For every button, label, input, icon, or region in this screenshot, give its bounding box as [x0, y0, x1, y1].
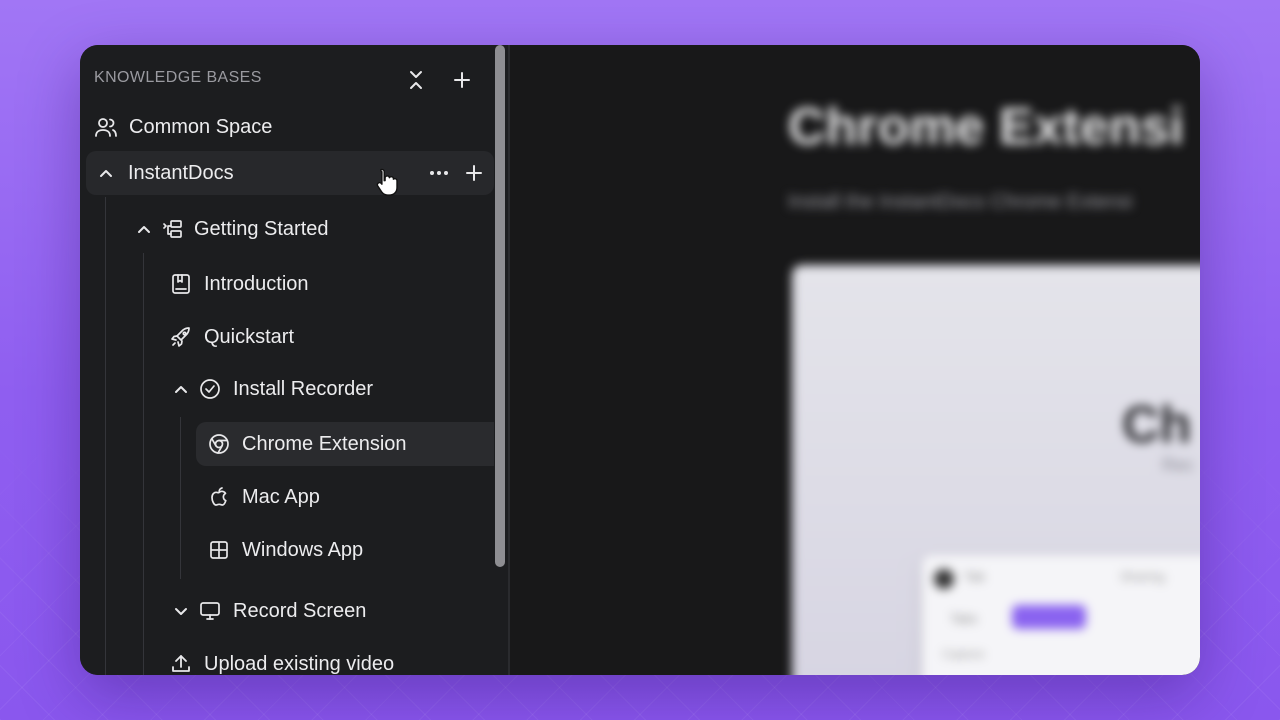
sidebar-item-windows-app[interactable]: Windows App: [208, 528, 488, 572]
add-page-button[interactable]: [460, 159, 488, 187]
tree-guide-line: [180, 417, 181, 579]
rocket-icon: [170, 326, 192, 348]
sidebar-item-mac-app[interactable]: Mac App: [208, 475, 488, 519]
sidebar-item-getting-started[interactable]: Getting Started: [130, 207, 490, 251]
sidebar-item-label: Windows App: [242, 538, 364, 561]
preview-card-text: Tab: [964, 569, 985, 584]
sidebar-scrollbar-thumb[interactable]: [495, 45, 505, 567]
app-window: KNOWLEDGE BASES Common Space InstantDocs…: [80, 45, 1200, 675]
avatar: [934, 569, 954, 589]
screenshot-preview: Ch Rec Tab Sharing Tabs Capture: [792, 265, 1200, 675]
sidebar-item-label: Quickstart: [204, 325, 295, 348]
more-options-button[interactable]: [425, 159, 453, 187]
sidebar-item-label: Common Space: [129, 115, 273, 138]
sidebar-item-label: Mac App: [242, 485, 320, 508]
sidebar-item-install-recorder[interactable]: Install Recorder: [168, 367, 488, 411]
add-knowledge-base-button[interactable]: [448, 66, 476, 94]
plus-icon: [466, 165, 482, 181]
users-icon: [94, 116, 118, 138]
chevron-up-icon[interactable]: [136, 221, 152, 237]
page-subtitle: Install the InstantDocs Chrome Extensi: [788, 191, 1133, 213]
sidebar-item-label: Record Screen: [233, 599, 367, 622]
upload-icon: [170, 653, 192, 675]
sidebar-item-quickstart[interactable]: Quickstart: [170, 315, 490, 359]
preview-card: Tab Sharing Tabs Capture: [922, 555, 1200, 675]
sidebar-item-label: Upload existing video: [204, 652, 395, 675]
preview-title: Ch: [1122, 396, 1192, 454]
chevron-up-icon[interactable]: [173, 381, 189, 397]
sidebar-item-record-screen[interactable]: Record Screen: [168, 589, 488, 633]
sidebar-item-chrome-extension[interactable]: Chrome Extension: [196, 422, 494, 466]
sidebar-item-label: Getting Started: [194, 217, 329, 240]
sidebar-item-introduction[interactable]: Introduction: [170, 262, 490, 306]
sidebar-item-common-space[interactable]: Common Space: [94, 105, 474, 149]
chevron-up-icon[interactable]: [98, 165, 114, 181]
sidebar-item-label: Install Recorder: [233, 377, 374, 400]
apple-icon: [208, 486, 230, 508]
knowledge-base-label: InstantDocs: [128, 161, 234, 184]
monitor-icon: [199, 600, 221, 622]
preview-subtitle: Rec: [1162, 455, 1195, 475]
book-icon: [170, 273, 192, 295]
sidebar-item-label: Introduction: [204, 272, 309, 295]
tree-guide-line: [105, 197, 106, 675]
preview-card-pill: [1012, 605, 1086, 629]
tree-guide-line: [143, 253, 144, 675]
chrome-icon: [208, 433, 230, 455]
plus-icon: [454, 72, 470, 88]
check-circle-icon: [199, 378, 221, 400]
sidebar-item-label: Chrome Extension: [242, 432, 407, 455]
folder-tree-icon: [162, 218, 184, 240]
preview-card-text: Tabs: [950, 611, 978, 626]
blurred-preview: Chrome Extensi Install the InstantDocs C…: [510, 45, 1200, 675]
collapse-all-button[interactable]: [402, 66, 430, 94]
preview-card-text: Sharing: [1120, 569, 1165, 584]
page-title: Chrome Extensi: [788, 98, 1184, 156]
collapse-all-icon: [410, 71, 422, 89]
windows-icon: [208, 539, 230, 561]
sidebar: KNOWLEDGE BASES Common Space InstantDocs…: [80, 45, 508, 675]
knowledge-bases-heading: KNOWLEDGE BASES: [94, 69, 262, 86]
hand-cursor-icon: [376, 167, 398, 197]
document-content: Chrome Extensi Install the InstantDocs C…: [510, 45, 1200, 675]
more-icon: [430, 171, 448, 175]
chevron-down-icon[interactable]: [173, 603, 189, 619]
sidebar-item-upload-video[interactable]: Upload existing video: [170, 642, 490, 675]
preview-card-text: Capture: [942, 647, 985, 661]
